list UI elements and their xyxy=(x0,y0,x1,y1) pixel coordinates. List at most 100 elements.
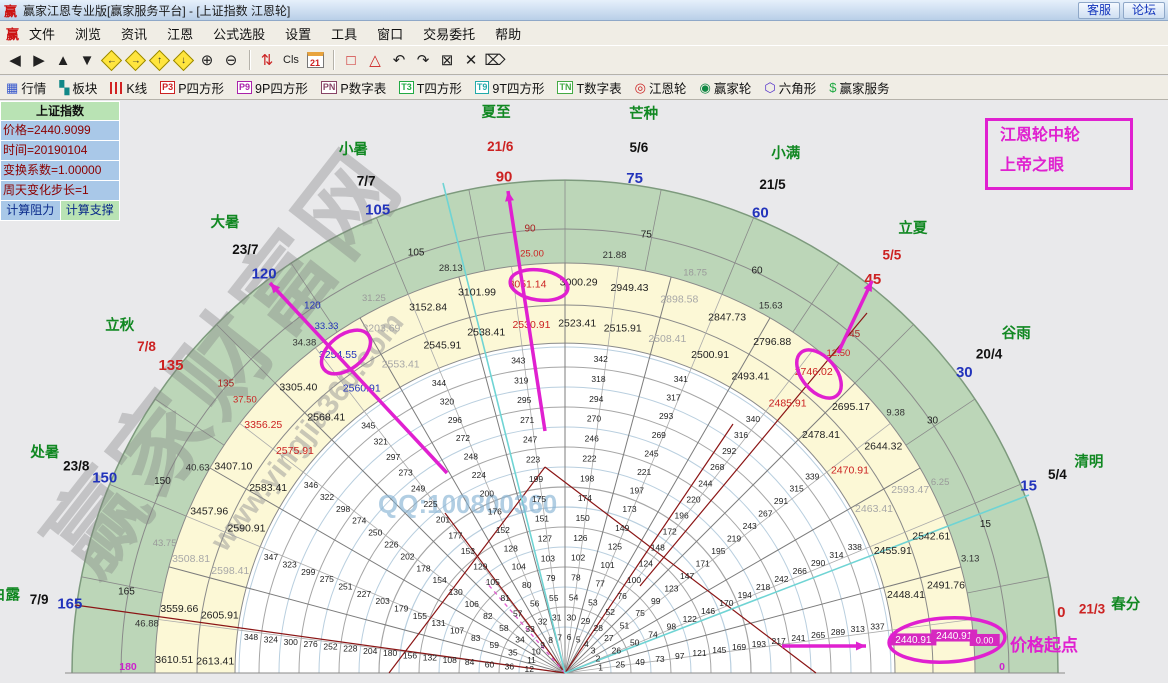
date-label: 21/5 xyxy=(759,177,786,192)
cls-button[interactable]: Cls xyxy=(280,49,302,71)
9t-square-label: 9T四方形 xyxy=(492,78,544,97)
menu-item-江恩[interactable]: 江恩 xyxy=(167,27,193,42)
day-count-label: 12 xyxy=(524,664,534,674)
shift-up-icon[interactable]: ↑ xyxy=(148,49,170,71)
eraser-icon[interactable]: ⌦ xyxy=(484,49,506,71)
menu-item-文件[interactable]: 文件 xyxy=(29,27,55,42)
day-count-label: 31 xyxy=(552,613,562,623)
day-count-label: 227 xyxy=(357,589,371,599)
price-label: 3152.84 xyxy=(409,301,447,313)
shift-down-icon[interactable]: ↓ xyxy=(172,49,194,71)
calc-support-button[interactable]: 计算支撑 xyxy=(61,201,120,220)
solar-term-label: 大暑 xyxy=(210,213,239,231)
degree-label: 150 xyxy=(92,470,117,487)
ribbon-item-t-square[interactable]: T3T四方形 xyxy=(399,78,462,97)
sectors-label: 板块 xyxy=(72,78,97,97)
day-count-label: 170 xyxy=(719,598,733,608)
menu-item-资讯[interactable]: 资讯 xyxy=(121,27,147,42)
calc-resistance-button[interactable]: 计算阻力 xyxy=(1,201,61,220)
kline-icon xyxy=(110,82,123,94)
day-count-label: 57 xyxy=(513,609,523,619)
zoom-out-icon[interactable]: ⊖ xyxy=(220,49,242,71)
collapse-icon[interactable]: ✕ xyxy=(460,49,482,71)
price-label: 2470.91 xyxy=(831,464,869,476)
day-count-label: 294 xyxy=(589,394,603,404)
ribbon-item-t-number-table[interactable]: TNT数字表 xyxy=(557,78,621,97)
day-count-label: 100 xyxy=(627,575,641,585)
ribbon-item-kline[interactable]: K线 xyxy=(110,78,147,97)
panel-row: 周天变化步长=1 xyxy=(1,181,119,201)
ribbon-item-quotes[interactable]: ▦行情 xyxy=(6,78,46,97)
ribbon-item-9t-square[interactable]: T99T四方形 xyxy=(475,78,545,97)
winner-service-icon: $ xyxy=(829,81,836,94)
day-count-label: 2 xyxy=(596,654,601,664)
ribbon-item-winner-wheel[interactable]: ◉赢家轮 xyxy=(699,78,751,97)
pct-label: 25.00 xyxy=(520,248,544,259)
ribbon-item-winner-service[interactable]: $赢家服务 xyxy=(829,78,889,97)
ribbon-item-gann-wheel[interactable]: ◎江恩轮 xyxy=(635,78,687,97)
rect-tool-icon[interactable]: □ xyxy=(340,49,362,71)
forum-button[interactable]: 论坛 xyxy=(1123,2,1165,19)
price-label: 3610.51 xyxy=(155,654,193,666)
quotes-label: 行情 xyxy=(21,78,46,97)
menu-item-公式选股[interactable]: 公式选股 xyxy=(213,27,265,42)
box-x-icon[interactable]: ⊠ xyxy=(436,49,458,71)
shift-right-icon[interactable]: → xyxy=(124,49,146,71)
shift-left-icon[interactable]: ← xyxy=(100,49,122,71)
customer-service-button[interactable]: 客服 xyxy=(1078,2,1120,19)
price-label: 3305.40 xyxy=(279,382,317,394)
menu-item-工具[interactable]: 工具 xyxy=(331,27,357,42)
menu-item-窗口[interactable]: 窗口 xyxy=(377,27,403,42)
triangle-tool-icon[interactable]: △ xyxy=(364,49,386,71)
degree-label: 15 xyxy=(1020,478,1037,495)
day-count-label: 296 xyxy=(448,415,462,425)
nav-right-icon[interactable]: ▶ xyxy=(28,49,50,71)
day-count-label: 225 xyxy=(423,499,437,509)
ribbon-item-sectors[interactable]: ▚板块 xyxy=(59,78,97,97)
date-label: 5/5 xyxy=(883,248,902,263)
nav-left-icon[interactable]: ◀ xyxy=(4,49,26,71)
menu-item-设置[interactable]: 设置 xyxy=(285,27,311,42)
day-count-label: 78 xyxy=(571,573,581,583)
day-count-label: 36 xyxy=(505,662,515,672)
day-count-label: 321 xyxy=(374,436,388,446)
day-count-label: 228 xyxy=(343,644,357,654)
calendar-icon[interactable]: 21 xyxy=(304,49,326,71)
day-count-label: 59 xyxy=(490,640,500,650)
arc-ccw-icon[interactable]: ↶ xyxy=(388,49,410,71)
date-label: 20/4 xyxy=(976,346,1003,361)
panel-row: 变换系数=1.00000 xyxy=(1,161,119,181)
solar-term-label: 小满 xyxy=(771,144,800,162)
ribbon-item-p-square[interactable]: P3P四方形 xyxy=(160,78,224,97)
pct-origin-cell: 0.00 xyxy=(976,635,994,645)
day-count-label: 27 xyxy=(604,633,614,643)
day-count-label: 250 xyxy=(368,528,382,538)
arc-cw-icon[interactable]: ↷ xyxy=(412,49,434,71)
ribbon-item-p-number-table[interactable]: PNP数字表 xyxy=(321,78,386,97)
day-count-label: 348 xyxy=(244,632,258,642)
ribbon-item-9p-square[interactable]: P99P四方形 xyxy=(237,78,308,97)
menu-item-交易委托[interactable]: 交易委托 xyxy=(423,27,475,42)
nav-up-icon[interactable]: ▲ xyxy=(52,49,74,71)
menu-item-浏览[interactable]: 浏览 xyxy=(75,27,101,42)
day-count-label: 9 xyxy=(540,640,545,650)
menu-item-帮助[interactable]: 帮助 xyxy=(495,27,521,42)
day-count-label: 132 xyxy=(423,653,437,663)
day-count-label: 199 xyxy=(529,474,543,484)
day-count-label: 174 xyxy=(578,493,592,503)
gann-wheel-label: 江恩轮 xyxy=(649,78,687,97)
updown-icon[interactable]: ⇅ xyxy=(256,49,278,71)
pct-label: 28.13 xyxy=(439,263,463,274)
gann-wheel-canvas[interactable]: 赢家财富网www.yingjia360.comQQ:10080036012345… xyxy=(0,101,1168,678)
price-label: 2568.41 xyxy=(307,412,345,424)
panel-row: 时间=20190104 xyxy=(1,141,119,161)
pct-label: 3.13 xyxy=(961,554,980,565)
zoom-in-icon[interactable]: ⊕ xyxy=(196,49,218,71)
day-count-label: 204 xyxy=(363,646,377,656)
quotes-icon: ▦ xyxy=(6,81,18,94)
price-label: 3559.66 xyxy=(160,603,198,615)
day-count-label: 52 xyxy=(605,607,615,617)
nav-down-icon[interactable]: ▼ xyxy=(76,49,98,71)
day-count-label: 51 xyxy=(620,621,630,631)
ribbon-item-hexagon[interactable]: ⬡六角形 xyxy=(764,78,816,97)
